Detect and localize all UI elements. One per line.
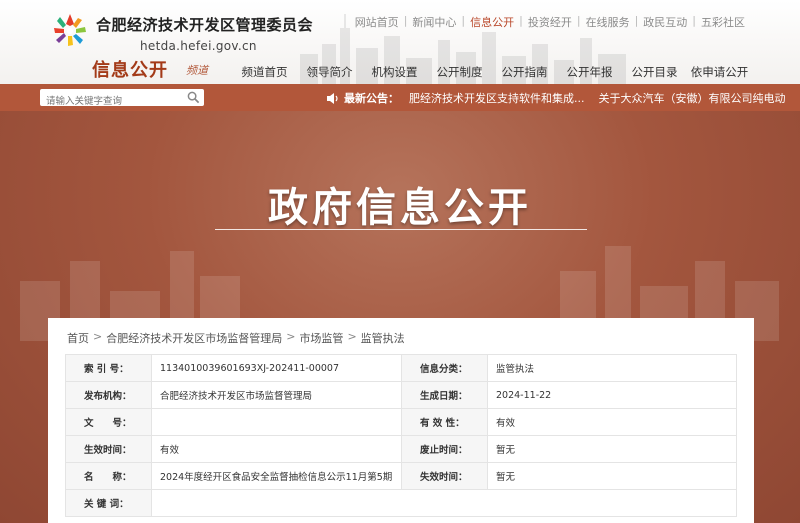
nav-item-disclosure-rules[interactable]: 公开制度 <box>427 64 492 80</box>
banner-title: 政府信息公开 <box>268 184 532 231</box>
top-link-info[interactable]: 信息公开 <box>465 14 519 30</box>
nav-item-channel-home[interactable]: 频道首页 <box>232 64 297 80</box>
table-row: 名 称： 2024年度经开区食品安全监督抽检信息公示11月第5期 失效时间： 暂… <box>65 462 737 490</box>
label-expiry-time: 失效时间： <box>401 462 488 490</box>
top-links: 网站首页 | 新闻中心 | 信息公开 | 投资经开 | 在线服务 | 政民互动 | 五彩社区 <box>350 14 750 30</box>
label-document-number: 文 号： <box>65 408 152 436</box>
speaker-icon <box>327 92 338 104</box>
top-link-interact[interactable]: 政民互动 <box>638 14 692 30</box>
value-repeal-time: 暂无 <box>487 435 737 463</box>
label-repeal-time: 废止时间： <box>401 435 488 463</box>
top-link-community[interactable]: 五彩社区 <box>696 14 750 30</box>
nav-item-leaders[interactable]: 领导简介 <box>297 64 362 80</box>
announcement-label: 最新公告： <box>344 92 399 105</box>
table-row: 关 键 词： <box>65 489 737 517</box>
label-index-number: 索 引 号： <box>65 354 152 382</box>
nav-item-disclosure-guide[interactable]: 公开指南 <box>492 64 557 80</box>
search-announcement-bar: 最新公告： 肥经济技术开发区支持软件和集成... 关于大众汽车（安徽）有限公司纯… <box>0 84 800 111</box>
breadcrumb: 首页 > 合肥经济技术开发区市场监督管理局 > 市场监管 > 监管执法 <box>67 330 405 346</box>
breadcrumb-separator: > <box>347 330 357 343</box>
label-category: 信息分类： <box>401 354 488 382</box>
value-generated-date: 2024-11-22 <box>487 381 737 409</box>
label-effective-time: 生效时间： <box>65 435 152 463</box>
table-row: 发布机构： 合肥经济技术开发区市场监督管理局 生成日期： 2024-11-22 <box>65 381 737 409</box>
value-keywords <box>151 489 737 517</box>
top-link-home[interactable]: 网站首页 <box>350 14 404 30</box>
breadcrumb-separator: > <box>93 330 103 343</box>
label-validity: 有 效 性： <box>401 408 488 436</box>
value-document-number <box>151 408 402 436</box>
breadcrumb-bureau[interactable]: 合肥经济技术开发区市场监督管理局 <box>106 330 282 346</box>
search-input[interactable] <box>40 93 180 110</box>
value-validity: 有效 <box>487 408 737 436</box>
breadcrumb-home[interactable]: 首页 <box>67 330 89 346</box>
org-url: hetda.hefei.gov.cn <box>140 39 257 53</box>
nav-item-apply[interactable]: 依申请公开 <box>687 64 752 80</box>
label-keywords: 关 键 词： <box>65 489 152 517</box>
channel-subtitle: 频道 <box>186 64 208 77</box>
breadcrumb-enforcement[interactable]: 监管执法 <box>361 330 405 346</box>
search-box <box>40 89 204 110</box>
site-header: 合肥经济技术开发区管理委员会 hetda.hefei.gov.cn 信息公开 频… <box>0 0 800 84</box>
table-row: 文 号： 有 效 性： 有效 <box>65 408 737 436</box>
announcement-item[interactable]: 肥经济技术开发区支持软件和集成... <box>409 90 585 106</box>
org-name: 合肥经济技术开发区管理委员会 <box>96 16 314 34</box>
announcement: 最新公告： 肥经济技术开发区支持软件和集成... 关于大众汽车（安徽）有限公司纯… <box>326 90 800 106</box>
content-panel: 首页 > 合肥经济技术开发区市场监督管理局 > 市场监管 > 监管执法 索 引 号： … <box>48 318 754 523</box>
top-link-invest[interactable]: 投资经开 <box>523 14 577 30</box>
value-category: 监管执法 <box>487 354 737 382</box>
announcement-item[interactable]: 关于大众汽车（安徽）有限公司纯电动 <box>599 90 786 106</box>
main-nav: 频道首页 领导简介 机构设置 公开制度 公开指南 公开年报 公开目录 依申请公开 <box>232 64 752 80</box>
label-generated-date: 生成日期： <box>401 381 488 409</box>
value-publisher: 合肥经济技术开发区市场监督管理局 <box>151 381 402 409</box>
breadcrumb-market-supervision[interactable]: 市场监管 <box>299 330 343 346</box>
search-icon[interactable] <box>187 91 200 104</box>
info-table: 索 引 号： 1134010039601693XJ-202411-00007 信… <box>65 354 737 517</box>
channel-title: 信息公开 <box>92 60 168 81</box>
value-expiry-time: 暂无 <box>487 462 737 490</box>
top-link-news[interactable]: 新闻中心 <box>407 14 461 30</box>
label-name: 名 称： <box>65 462 152 490</box>
value-effective-time: 有效 <box>151 435 402 463</box>
breadcrumb-separator: > <box>286 330 296 343</box>
site-logo-icon[interactable] <box>52 12 88 48</box>
banner-divider <box>215 229 587 230</box>
table-row: 索 引 号： 1134010039601693XJ-202411-00007 信… <box>65 354 737 382</box>
value-name: 2024年度经开区食品安全监督抽检信息公示11月第5期 <box>151 462 402 490</box>
label-publisher: 发布机构： <box>65 381 152 409</box>
nav-item-organization[interactable]: 机构设置 <box>362 64 427 80</box>
nav-item-catalog[interactable]: 公开目录 <box>622 64 687 80</box>
top-link-service[interactable]: 在线服务 <box>581 14 635 30</box>
nav-item-annual-report[interactable]: 公开年报 <box>557 64 622 80</box>
table-row: 生效时间： 有效 废止时间： 暂无 <box>65 435 737 463</box>
value-index-number: 1134010039601693XJ-202411-00007 <box>151 354 402 382</box>
